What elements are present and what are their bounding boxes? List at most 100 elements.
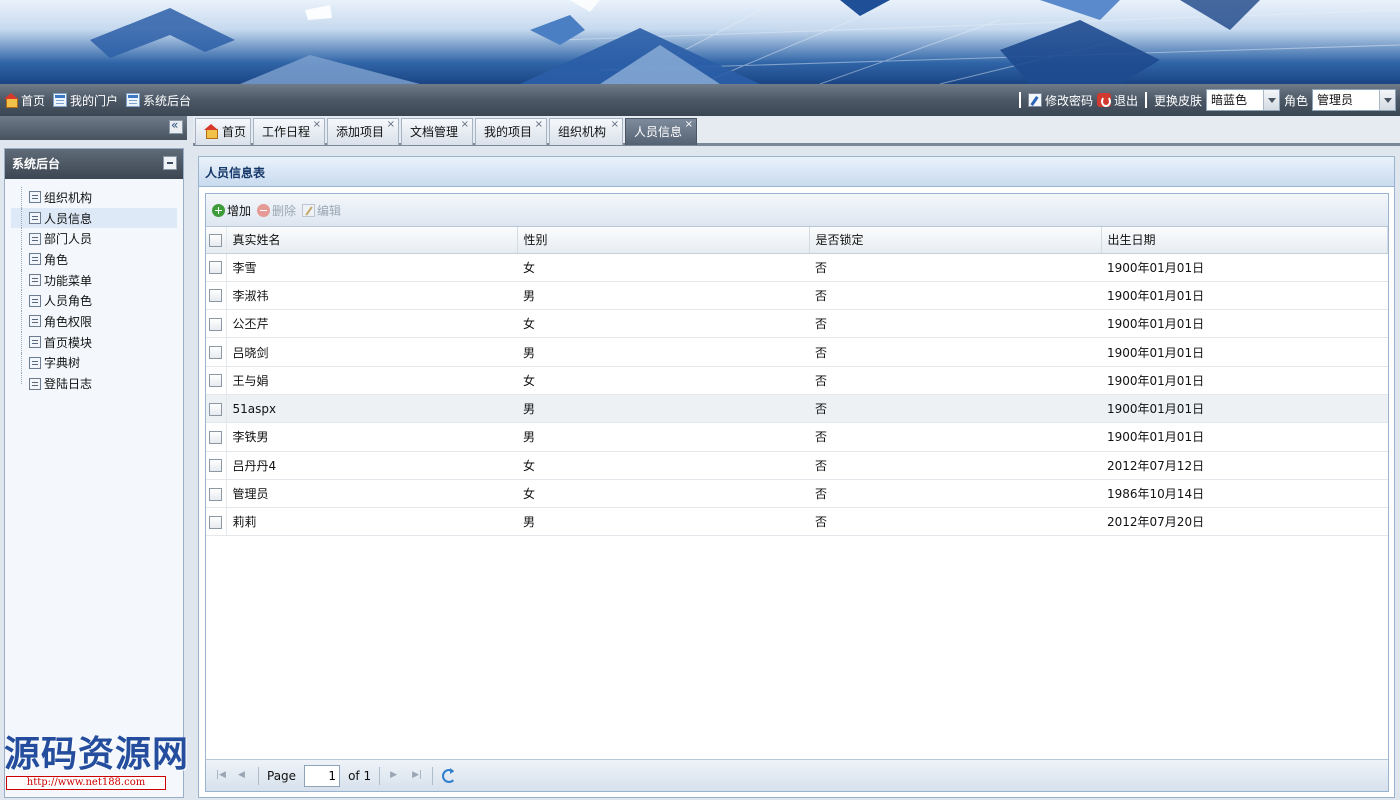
table-row[interactable]: 吕晓剑男否 1900年01月01日	[206, 337, 1388, 367]
edit-button[interactable]: 编辑	[302, 202, 341, 219]
tree-leaf-icon	[29, 212, 41, 225]
people-table: 真实姓名 性别 是否锁定 出生日期 李雪女否 1900年01月01日 李淑祎男否 19…	[206, 227, 1388, 537]
nav-system-admin[interactable]: 系统后台	[126, 92, 191, 109]
table-cell: 男	[517, 394, 809, 424]
tab[interactable]: 组织机构 ×	[549, 118, 623, 145]
table-row[interactable]: 管理员女否 1986年10月14日	[206, 479, 1388, 509]
row-checkbox[interactable]	[209, 430, 222, 444]
sidebar-header-bar	[0, 116, 187, 140]
table-row[interactable]: 李铁男男否 1900年01月01日	[206, 422, 1388, 452]
tab[interactable]: 我的项目 ×	[475, 118, 547, 145]
nav-my-portal[interactable]: 我的门户	[53, 92, 118, 109]
column-header-locked[interactable]: 是否锁定	[809, 227, 1102, 254]
table-row[interactable]: 李淑祎男否 1900年01月01日	[206, 281, 1388, 311]
row-checkbox-cell	[206, 451, 227, 480]
table-cell: 吕晓剑	[226, 337, 517, 367]
table-cell: 男	[517, 337, 809, 367]
select-all-cell	[206, 227, 227, 254]
close-icon[interactable]: ×	[685, 112, 693, 138]
sidebar-item[interactable]: 人员角色	[5, 290, 183, 311]
row-checkbox-cell	[206, 479, 227, 509]
row-checkbox-cell	[206, 507, 227, 537]
table-cell: 王与娟	[226, 366, 517, 395]
tab[interactable]: 首页	[195, 118, 251, 145]
prev-page-icon[interactable]	[236, 769, 250, 783]
close-icon[interactable]: ×	[461, 112, 469, 138]
column-header-name[interactable]: 真实姓名	[226, 227, 518, 254]
tree-leaf-icon	[29, 356, 41, 369]
tab-label: 文档管理	[410, 125, 459, 139]
row-checkbox[interactable]	[209, 261, 222, 275]
row-checkbox[interactable]	[209, 374, 222, 388]
close-icon[interactable]: ×	[611, 112, 619, 138]
tree-leaf-icon	[29, 253, 41, 266]
watermark-url: http://www.net188.com	[6, 776, 166, 790]
table-row[interactable]: 李雪女否 1900年01月01日	[206, 253, 1388, 282]
row-checkbox[interactable]	[209, 317, 222, 331]
table-cell: 1900年01月01日	[1101, 366, 1388, 395]
delete-button[interactable]: 删除	[257, 202, 296, 219]
sidebar-item[interactable]: 人员信息	[11, 207, 177, 229]
sidebar-item[interactable]: 部门人员	[5, 228, 183, 249]
close-icon[interactable]: ×	[535, 112, 543, 138]
sidebar-item[interactable]: 登陆日志	[5, 373, 183, 394]
tree-leaf-icon	[29, 274, 41, 287]
first-page-icon[interactable]	[214, 769, 228, 783]
logout-link[interactable]: 退出	[1096, 92, 1138, 109]
table-cell: 否	[809, 337, 1101, 367]
tab[interactable]: 添加项目 ×	[327, 118, 399, 145]
minimize-icon[interactable]	[163, 156, 177, 170]
table-row[interactable]: 王与娟女否 1900年01月01日	[206, 366, 1388, 395]
sidebar-item-label: 角色	[44, 252, 69, 267]
sidebar-item[interactable]: 角色	[5, 249, 183, 270]
home-icon	[204, 124, 218, 139]
table-row[interactable]: 吕丹丹4 女否 2012年07月12日	[206, 451, 1388, 480]
table-cell: 李铁男	[226, 422, 517, 452]
sidebar-item[interactable]: 角色权限	[5, 311, 183, 332]
nav-home[interactable]: 首页	[4, 92, 45, 109]
sidebar-item[interactable]: 组织机构	[5, 187, 183, 208]
row-checkbox[interactable]	[209, 289, 222, 303]
last-page-icon[interactable]	[410, 769, 424, 783]
table-cell: 女	[517, 253, 809, 282]
role-select-value: 管理员	[1317, 93, 1354, 107]
chevron-down-icon[interactable]	[1262, 90, 1279, 110]
tab[interactable]: 工作日程 ×	[253, 118, 325, 145]
table-cell: 否	[809, 451, 1101, 480]
row-checkbox[interactable]	[209, 402, 222, 416]
sidebar-item[interactable]: 字典树	[5, 352, 183, 374]
row-checkbox[interactable]	[209, 515, 222, 529]
add-button[interactable]: 增加	[212, 202, 251, 219]
tab[interactable]: 人员信息 ×	[625, 118, 697, 145]
select-all-checkbox[interactable]	[209, 233, 222, 247]
sidebar-item[interactable]: 功能菜单	[5, 269, 183, 291]
table-row[interactable]: 51aspx 男否 1900年01月01日	[206, 394, 1388, 424]
close-icon[interactable]: ×	[387, 112, 395, 138]
divider	[379, 766, 381, 785]
tree-leaf-icon	[29, 377, 41, 390]
table-cell: 1900年01月01日	[1101, 281, 1388, 311]
tab[interactable]: 文档管理 ×	[401, 118, 473, 145]
watermark: 源码资源网 http://www.net188.com	[4, 732, 210, 798]
table-cell: 否	[809, 394, 1101, 424]
close-icon[interactable]: ×	[313, 112, 321, 138]
sidebar-item[interactable]: 首页模块	[5, 331, 183, 353]
refresh-icon[interactable]	[441, 767, 457, 784]
watermark-text: 源码资源网	[4, 733, 190, 775]
row-checkbox[interactable]	[209, 459, 222, 473]
table-cell: 否	[809, 422, 1101, 452]
role-select[interactable]: 管理员	[1312, 89, 1396, 111]
column-header-birthdate[interactable]: 出生日期	[1101, 227, 1388, 254]
row-checkbox[interactable]	[209, 346, 222, 360]
table-row[interactable]: 公丕芹女否 1900年01月01日	[206, 309, 1388, 339]
next-page-icon[interactable]	[388, 769, 402, 783]
change-password-link[interactable]: 修改密码	[1027, 92, 1093, 109]
row-checkbox[interactable]	[209, 487, 222, 501]
collapse-sidebar-button[interactable]	[169, 118, 183, 134]
skin-select[interactable]: 暗蓝色	[1205, 89, 1280, 111]
column-header-gender[interactable]: 性别	[517, 227, 810, 254]
home-icon	[4, 93, 18, 108]
table-row[interactable]: 莉莉男否 2012年07月20日	[206, 507, 1388, 537]
chevron-down-icon[interactable]	[1379, 90, 1395, 110]
page-number-input[interactable]	[304, 764, 341, 787]
